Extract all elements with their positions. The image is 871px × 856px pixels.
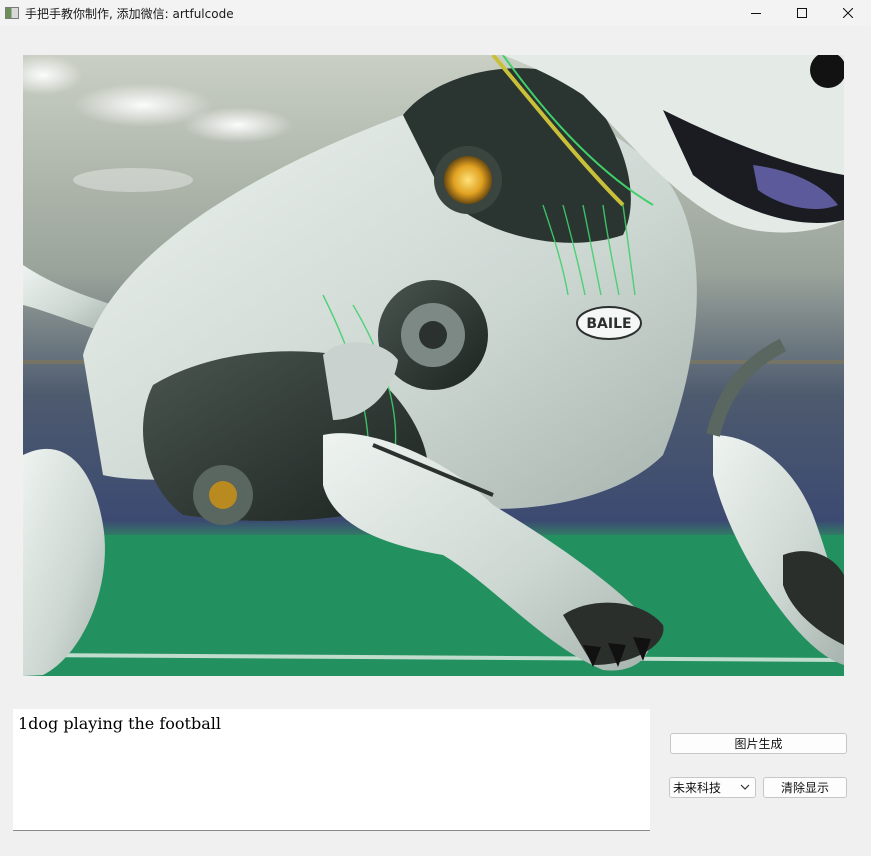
prompt-input[interactable] [13, 709, 650, 831]
window-controls [733, 0, 871, 26]
title-bar: 手把手教你制作, 添加微信: artfulcode [0, 0, 871, 26]
chevron-down-icon [740, 784, 750, 790]
logo-text: BAILE [586, 316, 631, 332]
window-title: 手把手教你制作, 添加微信: artfulcode [25, 6, 234, 21]
maximize-icon [797, 8, 807, 18]
maximize-button[interactable] [779, 0, 825, 26]
minimize-button[interactable] [733, 0, 779, 26]
style-select-value: 未来科技 [673, 781, 722, 795]
generate-image-button[interactable]: 图片生成 [670, 733, 847, 754]
minimize-icon [751, 13, 761, 14]
clear-display-button[interactable]: 清除显示 [763, 777, 847, 798]
close-icon [843, 8, 853, 18]
generated-image-display: BAILE [23, 55, 844, 676]
close-button[interactable] [825, 0, 871, 26]
robot-dog-image: BAILE [23, 55, 844, 676]
app-icon [5, 7, 19, 19]
style-select[interactable]: 未来科技 [669, 777, 756, 798]
